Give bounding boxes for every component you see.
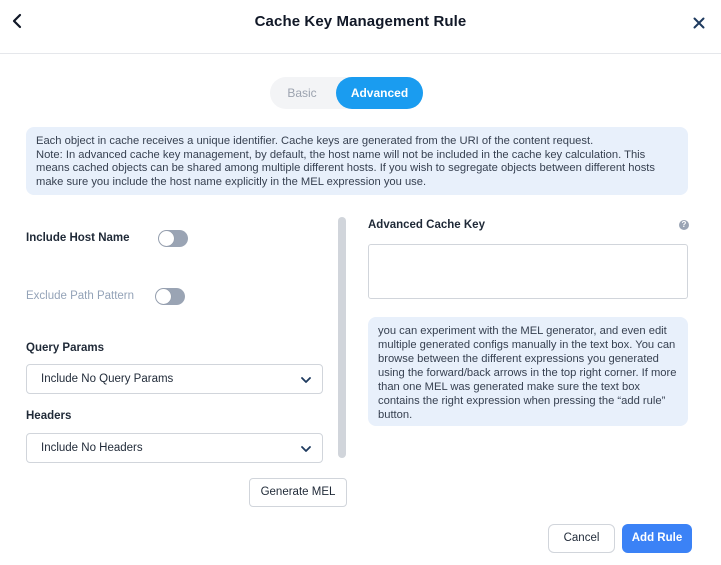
add-rule-button[interactable]: Add Rule [622,524,692,553]
toggle-knob [156,289,171,304]
toggle-knob [159,231,174,246]
form-scrollbar[interactable] [338,217,346,458]
include-host-name-toggle[interactable] [158,230,188,247]
advanced-cache-key-input[interactable] [369,245,687,298]
exclude-path-pattern-label: Exclude Path Pattern [26,290,135,302]
query-params-select[interactable]: Include No Query Params [26,364,323,394]
cancel-button[interactable]: Cancel [548,524,615,553]
chevron-down-icon [301,377,311,383]
chevron-down-icon [301,446,311,452]
headers-select[interactable]: Include No Headers [26,433,323,463]
mode-switch: Basic Advanced [270,77,423,109]
advanced-cache-key-field[interactable] [368,244,688,299]
query-params-value: Include No Query Params [41,373,174,385]
mel-hint-box: you can experiment with the MEL generato… [368,317,688,426]
mel-hint-text: you can experiment with the MEL generato… [378,325,677,421]
tab-basic[interactable]: Basic [270,77,334,109]
dialog-title: Cache Key Management Rule [254,13,467,30]
close-icon [693,17,705,29]
generate-mel-button[interactable]: Generate MEL [249,478,347,507]
advanced-cache-key-label: Advanced Cache Key [368,219,485,231]
dialog-header: Cache Key Management Rule [0,0,721,54]
close-button[interactable] [690,14,708,32]
headers-value: Include No Headers [41,442,143,454]
include-host-name-label: Include Host Name [26,232,130,244]
info-text-line: Each object in cache receives a unique i… [36,135,594,147]
headers-label: Headers [26,410,72,422]
query-params-label: Query Params [26,342,104,354]
tab-advanced[interactable]: Advanced [336,77,423,109]
info-text-note: Note: In advanced cache key management, … [36,148,655,188]
exclude-path-pattern-toggle[interactable] [155,288,185,305]
info-banner: Each object in cache receives a unique i… [26,127,688,195]
question-icon[interactable]: ? [679,220,689,230]
